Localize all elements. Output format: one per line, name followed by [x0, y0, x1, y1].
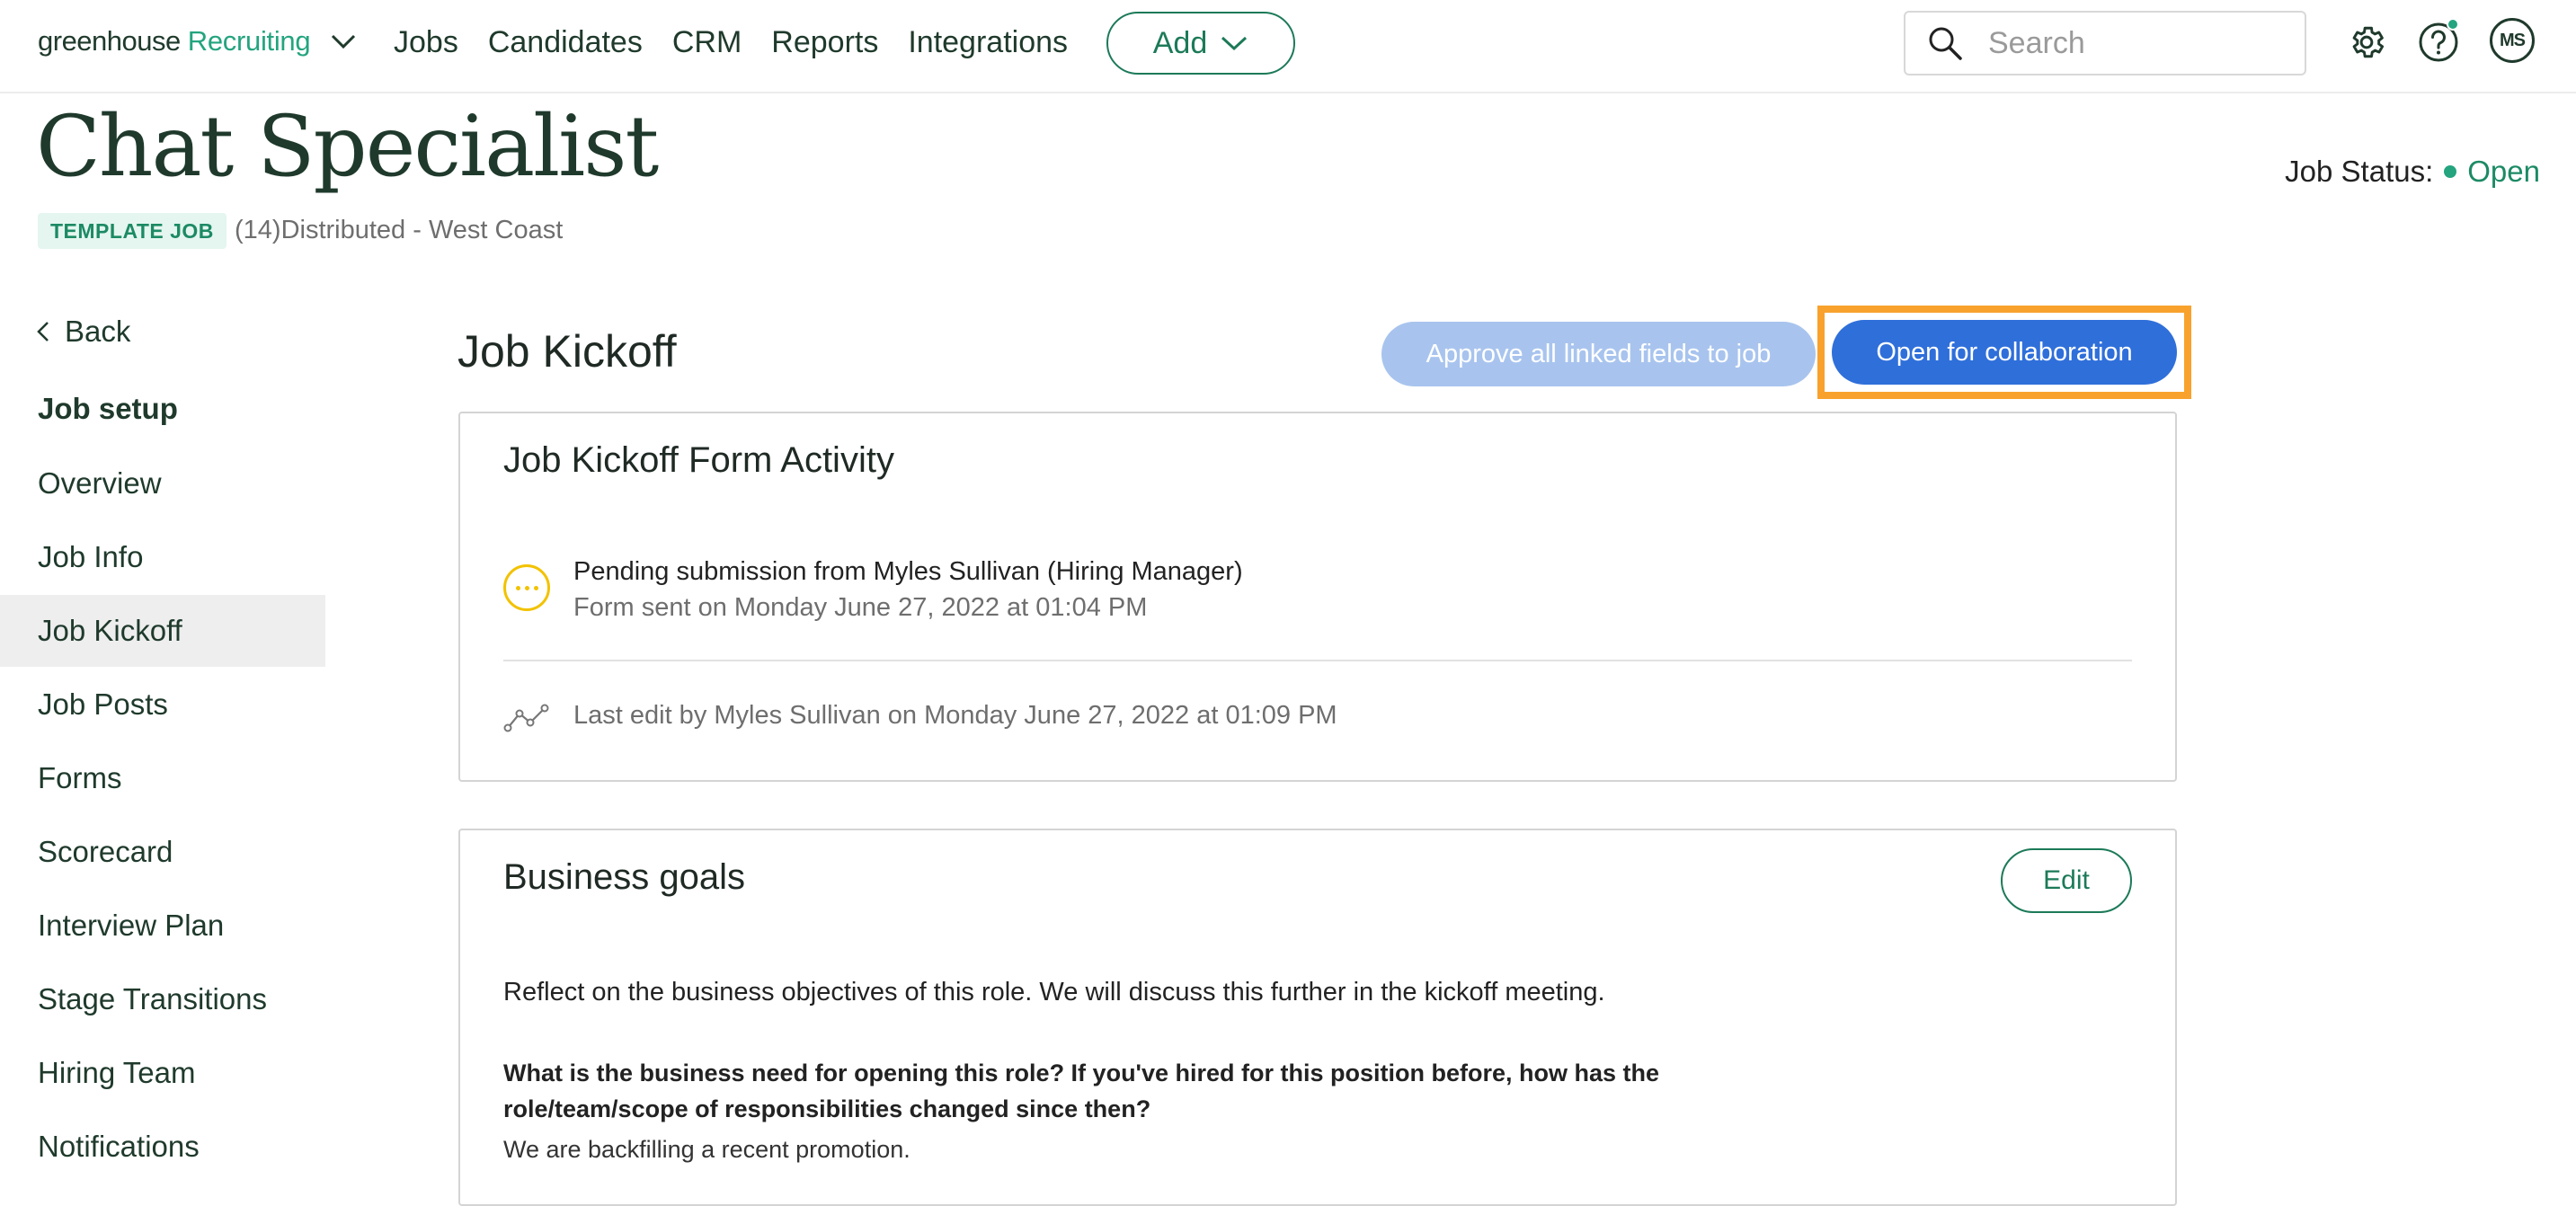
- sidebar-item-job-info[interactable]: Job Info: [0, 521, 325, 593]
- pending-icon: [503, 564, 550, 611]
- goals-intro-text: Reflect on the business objectives of th…: [503, 978, 1605, 1006]
- avatar[interactable]: MS: [2490, 18, 2535, 63]
- goals-answer: We are backfilling a recent promotion.: [503, 1136, 910, 1163]
- help-button[interactable]: [2414, 18, 2463, 67]
- job-subtitle: (14)Distributed - West Coast: [235, 216, 564, 244]
- product-switcher[interactable]: greenhouse Recruiting: [38, 20, 357, 63]
- nav-link-candidates[interactable]: Candidates: [488, 25, 643, 60]
- settings-button[interactable]: [2342, 18, 2391, 67]
- last-edit-text: Last edit by Myles Sullivan on Monday Ju…: [573, 701, 1337, 730]
- sidebar-item-job-kickoff[interactable]: Job Kickoff: [0, 595, 325, 667]
- search-input[interactable]: [1986, 24, 2283, 62]
- job-status-label: Job Status:: [2285, 155, 2434, 188]
- sidebar-item-forms[interactable]: Forms: [0, 742, 325, 814]
- form-sent-text: Form sent on Monday June 27, 2022 at 01:…: [573, 593, 1148, 622]
- pending-submission-text: Pending submission from Myles Sullivan (…: [573, 557, 1243, 586]
- sidebar-item-job-posts[interactable]: Job Posts: [0, 669, 325, 740]
- gear-icon: [2352, 26, 2385, 58]
- notification-dot: [2447, 18, 2459, 31]
- sidebar-heading: Job setup: [38, 392, 178, 425]
- add-button[interactable]: Add: [1106, 12, 1295, 75]
- sidebar-item-stage-transitions[interactable]: Stage Transitions: [0, 963, 325, 1035]
- add-button-label: Add: [1152, 25, 1208, 60]
- nav-link-integrations[interactable]: Integrations: [908, 25, 1068, 60]
- card-title: Business goals: [503, 857, 746, 897]
- nav-link-reports[interactable]: Reports: [771, 25, 878, 60]
- brand-product: Recruiting: [187, 25, 311, 57]
- chevron-down-icon: [1221, 36, 1248, 51]
- sidebar-item-overview[interactable]: Overview: [0, 448, 325, 519]
- form-activity-card: Job Kickoff Form Activity Pending submis…: [458, 412, 2177, 782]
- section-title: Job Kickoff: [457, 326, 677, 377]
- back-label: Back: [65, 315, 131, 348]
- sidebar-item-scorecard[interactable]: Scorecard: [0, 816, 325, 888]
- job-status: Job Status: Open: [2285, 155, 2540, 189]
- template-job-badge: TEMPLATE JOB: [38, 213, 227, 249]
- sidebar-item-interview-plan[interactable]: Interview Plan: [0, 890, 325, 962]
- search-box[interactable]: [1904, 11, 2306, 75]
- goals-question: What is the business need for opening th…: [503, 1060, 1660, 1122]
- page-title: Chat Specialist: [36, 98, 659, 196]
- business-goals-card: Business goals Edit Reflect on the busin…: [458, 829, 2177, 1206]
- brand-name: greenhouse: [38, 25, 181, 57]
- top-nav: greenhouse Recruiting Jobs Candidates CR…: [0, 0, 2576, 93]
- chevron-left-icon: [37, 322, 49, 341]
- back-link[interactable]: Back: [36, 315, 130, 349]
- status-dot-icon: [2444, 165, 2457, 178]
- chevron-down-icon: [332, 34, 356, 49]
- search-icon: [1929, 27, 1962, 60]
- approve-linked-fields-button[interactable]: Approve all linked fields to job: [1381, 322, 1816, 386]
- edit-button[interactable]: Edit: [2001, 848, 2132, 913]
- main-nav: Jobs Candidates CRM Reports Integrations: [394, 25, 1068, 60]
- nav-link-jobs[interactable]: Jobs: [394, 25, 458, 60]
- activity-icon: [503, 704, 549, 732]
- open-for-collaboration-button[interactable]: Open for collaboration: [1832, 320, 2177, 385]
- card-title: Job Kickoff Form Activity: [503, 440, 894, 480]
- nav-link-crm[interactable]: CRM: [672, 25, 742, 60]
- divider: [503, 660, 2132, 661]
- sidebar-item-hiring-team[interactable]: Hiring Team: [0, 1037, 325, 1109]
- job-status-value[interactable]: Open: [2467, 155, 2540, 189]
- sidebar-item-notifications[interactable]: Notifications: [0, 1111, 325, 1183]
